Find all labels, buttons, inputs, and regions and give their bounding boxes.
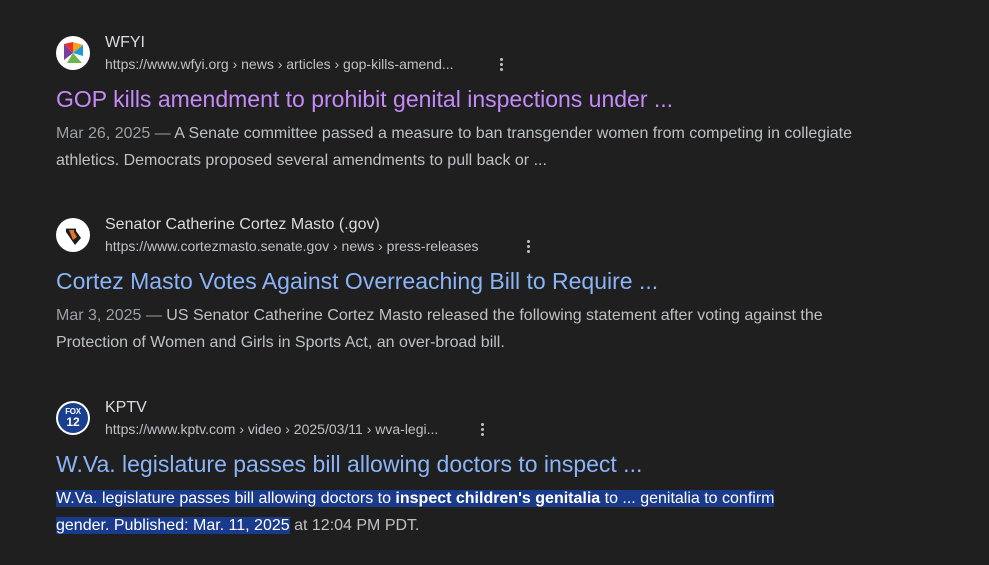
result-date: Mar 26, 2025 bbox=[56, 125, 151, 142]
result-date: Mar 3, 2025 bbox=[56, 307, 142, 324]
more-options-icon[interactable] bbox=[476, 419, 488, 439]
more-options-icon[interactable] bbox=[522, 236, 534, 256]
selected-text: W.Va. legislature passes bill allowing d… bbox=[56, 490, 775, 507]
search-result: FOX 12 KPTV https://www.kptv.com › video… bbox=[56, 399, 876, 534]
result-source[interactable]: Senator Catherine Cortez Masto (.gov) ht… bbox=[56, 216, 876, 260]
result-snippet: Mar 3, 2025 — US Senator Catherine Corte… bbox=[56, 307, 823, 351]
site-name: WFYI bbox=[105, 34, 145, 51]
result-source[interactable]: FOX 12 KPTV https://www.kptv.com › video… bbox=[56, 399, 876, 443]
site-url: https://www.cortezmasto.senate.gov › new… bbox=[105, 238, 479, 254]
nevada-state-icon bbox=[56, 218, 90, 252]
fox-logo-number: 12 bbox=[66, 415, 80, 429]
snippet-text: A Senate committee passed a measure to b… bbox=[56, 125, 853, 169]
snippet-text: US Senator Catherine Cortez Masto releas… bbox=[56, 307, 823, 351]
result-snippet: Mar 26, 2025 — A Senate committee passed… bbox=[56, 125, 853, 169]
snippet-bold-text: inspect children's genitalia bbox=[395, 490, 601, 507]
wfyi-logo-icon bbox=[56, 36, 90, 70]
result-title-link[interactable]: Cortez Masto Votes Against Overreaching … bbox=[56, 268, 658, 295]
result-snippet: W.Va. legislature passes bill allowing d… bbox=[56, 485, 876, 539]
result-title-link[interactable]: GOP kills amendment to prohibit genital … bbox=[56, 86, 673, 113]
snippet-text: at 12:04 PM PDT. bbox=[289, 517, 420, 534]
site-url: https://www.wfyi.org › news › articles ›… bbox=[105, 56, 454, 72]
site-name: Senator Catherine Cortez Masto (.gov) bbox=[105, 216, 380, 233]
site-url: https://www.kptv.com › video › 2025/03/1… bbox=[105, 421, 439, 437]
result-source[interactable]: WFYI https://www.wfyi.org › news › artic… bbox=[56, 34, 876, 78]
search-result: WFYI https://www.wfyi.org › news › artic… bbox=[56, 34, 876, 169]
search-result: Senator Catherine Cortez Masto (.gov) ht… bbox=[56, 216, 876, 351]
result-title-link[interactable]: W.Va. legislature passes bill allowing d… bbox=[56, 451, 642, 478]
fox12-logo-icon: FOX 12 bbox=[56, 401, 90, 435]
more-options-icon[interactable] bbox=[495, 54, 507, 74]
selected-text: gender. Published: Mar. 11, 2025 bbox=[56, 517, 290, 534]
site-name: KPTV bbox=[105, 399, 147, 416]
